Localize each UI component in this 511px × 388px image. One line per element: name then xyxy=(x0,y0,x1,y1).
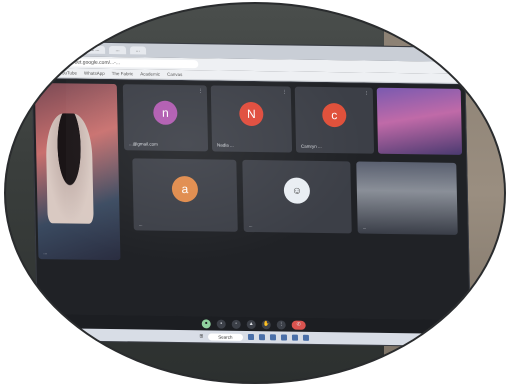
avatar: n xyxy=(153,100,178,125)
app-icon[interactable] xyxy=(269,334,276,341)
taskbar-search[interactable]: Search xyxy=(208,332,243,341)
back-icon[interactable]: ◀ xyxy=(38,59,42,65)
captions-icon[interactable]: ▫ xyxy=(231,319,241,329)
participant-name: Nadia ... xyxy=(216,142,234,148)
app-icon[interactable] xyxy=(280,334,287,341)
photo-oval-frame: Meet - ... Google ... ... ... ◀ ▶ ↻ meet… xyxy=(6,4,504,382)
person-silhouette xyxy=(45,113,94,224)
participant-name: ... xyxy=(362,224,367,230)
participant-name: ... xyxy=(248,222,253,229)
app-icon[interactable] xyxy=(247,333,254,341)
profile-photo-avatar: ☺ xyxy=(283,177,311,205)
app-icon[interactable] xyxy=(258,334,265,341)
bookmark-item[interactable]: YouTube xyxy=(59,70,77,75)
url-field[interactable]: meet.google.com/...-... xyxy=(62,58,199,69)
raise-hand-icon[interactable]: ✋ xyxy=(261,319,271,329)
participant-video-tile[interactable] xyxy=(376,87,463,155)
bookmark-item[interactable]: Academic xyxy=(140,71,160,76)
participant-name: ...@gmail.com xyxy=(128,141,158,147)
app-icon[interactable] xyxy=(291,334,298,341)
mic-muted-icon: ⋮ xyxy=(281,89,287,96)
projected-screen: Meet - ... Google ... ... ... ◀ ▶ ↻ meet… xyxy=(30,40,472,348)
participant-name: ... xyxy=(43,250,48,256)
meet-call-area: ... ⋮ n ...@gmail.com ⋮ N Nadia ... ⋮ c … xyxy=(32,78,470,321)
bookmark-item[interactable]: Canvas xyxy=(167,72,182,77)
avatar: a xyxy=(171,176,199,203)
mic-muted-icon: ⋮ xyxy=(197,88,203,95)
mic-muted-icon: ⋮ xyxy=(363,90,369,97)
participant-name: ... xyxy=(138,221,143,227)
mic-icon[interactable]: ● xyxy=(201,318,211,328)
bookmark-item[interactable]: Gmail xyxy=(41,70,53,75)
participant-tile[interactable]: ☺ ... xyxy=(242,159,352,234)
browser-tab[interactable]: ... xyxy=(109,45,126,55)
bookmark-item[interactable]: The Fabric xyxy=(112,71,134,76)
forward-icon[interactable]: ▶ xyxy=(46,59,50,65)
start-icon[interactable]: ⊞ xyxy=(199,333,203,339)
browser-tab[interactable]: Google ... xyxy=(71,45,106,54)
browser-tab[interactable]: ... xyxy=(129,46,146,55)
avatar: N xyxy=(239,101,264,126)
app-icon[interactable] xyxy=(302,334,309,341)
present-icon[interactable]: ▲ xyxy=(246,319,256,329)
reload-icon[interactable]: ↻ xyxy=(54,59,58,65)
browser-tab[interactable]: Meet - ... xyxy=(35,44,68,54)
camera-icon[interactable]: ▪ xyxy=(216,319,226,329)
end-call-button[interactable]: ✆ xyxy=(291,320,306,330)
participant-tile[interactable]: ⋮ N Nadia ... xyxy=(210,85,293,153)
bookmark-item[interactable]: WhatsApp xyxy=(84,71,105,76)
participant-name: Camryn ... xyxy=(300,143,322,149)
participant-tile[interactable]: ⋮ c Camryn ... xyxy=(294,86,375,154)
more-options-icon[interactable]: ⋮ xyxy=(276,319,286,330)
presenter-video-tile[interactable]: ... xyxy=(34,82,121,261)
participant-tile[interactable]: a ... xyxy=(132,158,238,232)
participant-tile[interactable]: ⋮ n ...@gmail.com xyxy=(122,84,209,152)
participant-video-tile[interactable]: ... xyxy=(356,161,458,235)
avatar: c xyxy=(322,102,347,128)
